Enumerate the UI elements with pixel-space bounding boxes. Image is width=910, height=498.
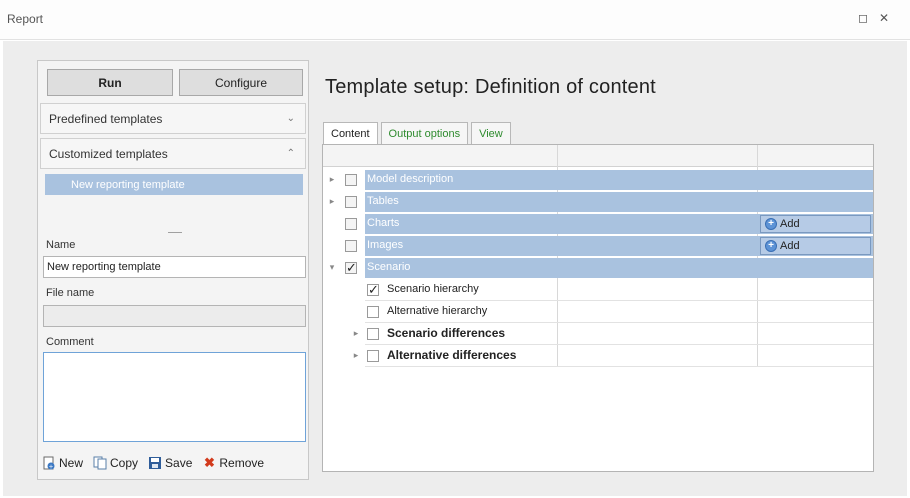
predefined-templates-label: Predefined templates [49, 111, 163, 126]
row-highlight [365, 258, 873, 278]
tree-row-charts[interactable]: Charts + Add [323, 213, 873, 235]
tab-content[interactable]: Content [323, 122, 378, 145]
tree-row-images[interactable]: Images + Add [323, 235, 873, 257]
tree-row-model-description[interactable]: ▸ Model description [323, 169, 873, 191]
tree-row-alternative-hierarchy[interactable]: Alternative hierarchy [323, 301, 873, 323]
new-document-icon: + [42, 456, 56, 470]
tab-view[interactable]: View [471, 122, 511, 144]
tree-item-label: Tables [367, 195, 399, 207]
customized-templates-label: Customized templates [49, 146, 168, 161]
panel-splitter[interactable] [168, 232, 182, 233]
collapse-icon[interactable]: ▾ [327, 262, 337, 273]
tab-strip: Content Output options View [323, 122, 514, 145]
tree-item-label: Scenario differences [387, 326, 506, 340]
save-button[interactable]: Save [148, 456, 192, 470]
file-name-label: File name [46, 287, 95, 299]
checkbox[interactable] [345, 218, 357, 230]
template-actions: + New Copy Save ✖ Remove [42, 453, 308, 473]
save-icon [148, 456, 162, 470]
checkbox[interactable] [345, 174, 357, 186]
checkbox[interactable] [367, 328, 379, 340]
comment-label: Comment [46, 336, 94, 348]
tree-row-tables[interactable]: ▸ Tables [323, 191, 873, 213]
restore-icon[interactable]: ◻ [858, 11, 868, 25]
remove-label: Remove [219, 456, 265, 470]
tree-row-scenario-differences[interactable]: ▸ Scenario differences [323, 323, 873, 345]
new-button[interactable]: + New [42, 456, 83, 470]
expand-icon[interactable]: ▸ [327, 174, 337, 185]
tree-row-alternative-differences[interactable]: ▸ Alternative differences [323, 345, 873, 367]
new-label: New [59, 456, 84, 470]
tree-header [323, 145, 873, 167]
svg-text:+: + [48, 463, 53, 470]
add-label: Add [780, 218, 800, 230]
name-label: Name [46, 239, 76, 251]
template-panel: Run Configure Predefined templates ⌄ Cus… [37, 60, 309, 480]
title-bar: Report ◻ ✕ [0, 0, 910, 40]
tree-row-scenario-hierarchy[interactable]: ✓ Scenario hierarchy [323, 279, 873, 301]
checkbox[interactable] [367, 306, 379, 318]
remove-button[interactable]: ✖ Remove [202, 455, 265, 471]
checkbox[interactable] [367, 350, 379, 362]
copy-button[interactable]: Copy [93, 456, 138, 470]
save-label: Save [165, 456, 193, 470]
tree-item-label: Alternative hierarchy [387, 305, 488, 317]
checkbox[interactable] [345, 196, 357, 208]
expand-icon[interactable]: ▸ [351, 350, 361, 361]
expand-icon[interactable]: ▸ [351, 328, 361, 339]
plus-icon: + [765, 240, 777, 252]
checkbox-checked[interactable]: ✓ [345, 261, 357, 274]
customized-templates-header[interactable]: Customized templates ⌃ [40, 138, 306, 169]
tree-item-label: Scenario [367, 261, 411, 273]
add-chart-button[interactable]: + Add [760, 215, 871, 233]
report-window: Report ◻ ✕ Run Configure Predefined temp… [0, 0, 910, 498]
checkbox[interactable] [345, 240, 357, 252]
expand-icon[interactable]: ▸ [327, 196, 337, 207]
add-image-button[interactable]: + Add [760, 237, 871, 255]
chevron-down-icon: ⌄ [286, 113, 295, 124]
tab-output-options[interactable]: Output options [380, 122, 469, 144]
content-tree: ▸ Model description ▸ Tables Charts + Ad… [322, 144, 874, 472]
row-separator [365, 366, 873, 367]
checkbox-checked[interactable]: ✓ [367, 283, 379, 296]
comment-textarea[interactable] [43, 352, 306, 442]
remove-icon: ✖ [203, 455, 215, 470]
row-highlight [365, 192, 873, 212]
tree-item-label: Alternative differences [387, 348, 517, 362]
copy-label: Copy [110, 456, 139, 470]
chevron-up-icon: ⌃ [286, 148, 295, 159]
run-button[interactable]: Run [47, 69, 173, 96]
tree-item-label: Images [367, 239, 404, 251]
file-name-input[interactable] [43, 305, 306, 327]
window-title: Report [7, 12, 44, 26]
tree-item-label: Scenario hierarchy [387, 283, 479, 295]
name-input[interactable] [43, 256, 306, 278]
configure-button[interactable]: Configure [179, 69, 303, 96]
page-title: Template setup: Definition of content [325, 76, 656, 98]
add-label: Add [780, 240, 800, 252]
close-icon[interactable]: ✕ [879, 11, 889, 25]
tree-item-label: Model description [367, 173, 454, 185]
tree-row-scenario[interactable]: ▾ ✓ Scenario [323, 257, 873, 279]
tree-item-label: Charts [367, 217, 400, 229]
predefined-templates-header[interactable]: Predefined templates ⌄ [40, 103, 306, 134]
template-list-item[interactable]: New reporting template [45, 174, 303, 195]
copy-icon [93, 456, 107, 470]
plus-icon: + [765, 218, 777, 230]
